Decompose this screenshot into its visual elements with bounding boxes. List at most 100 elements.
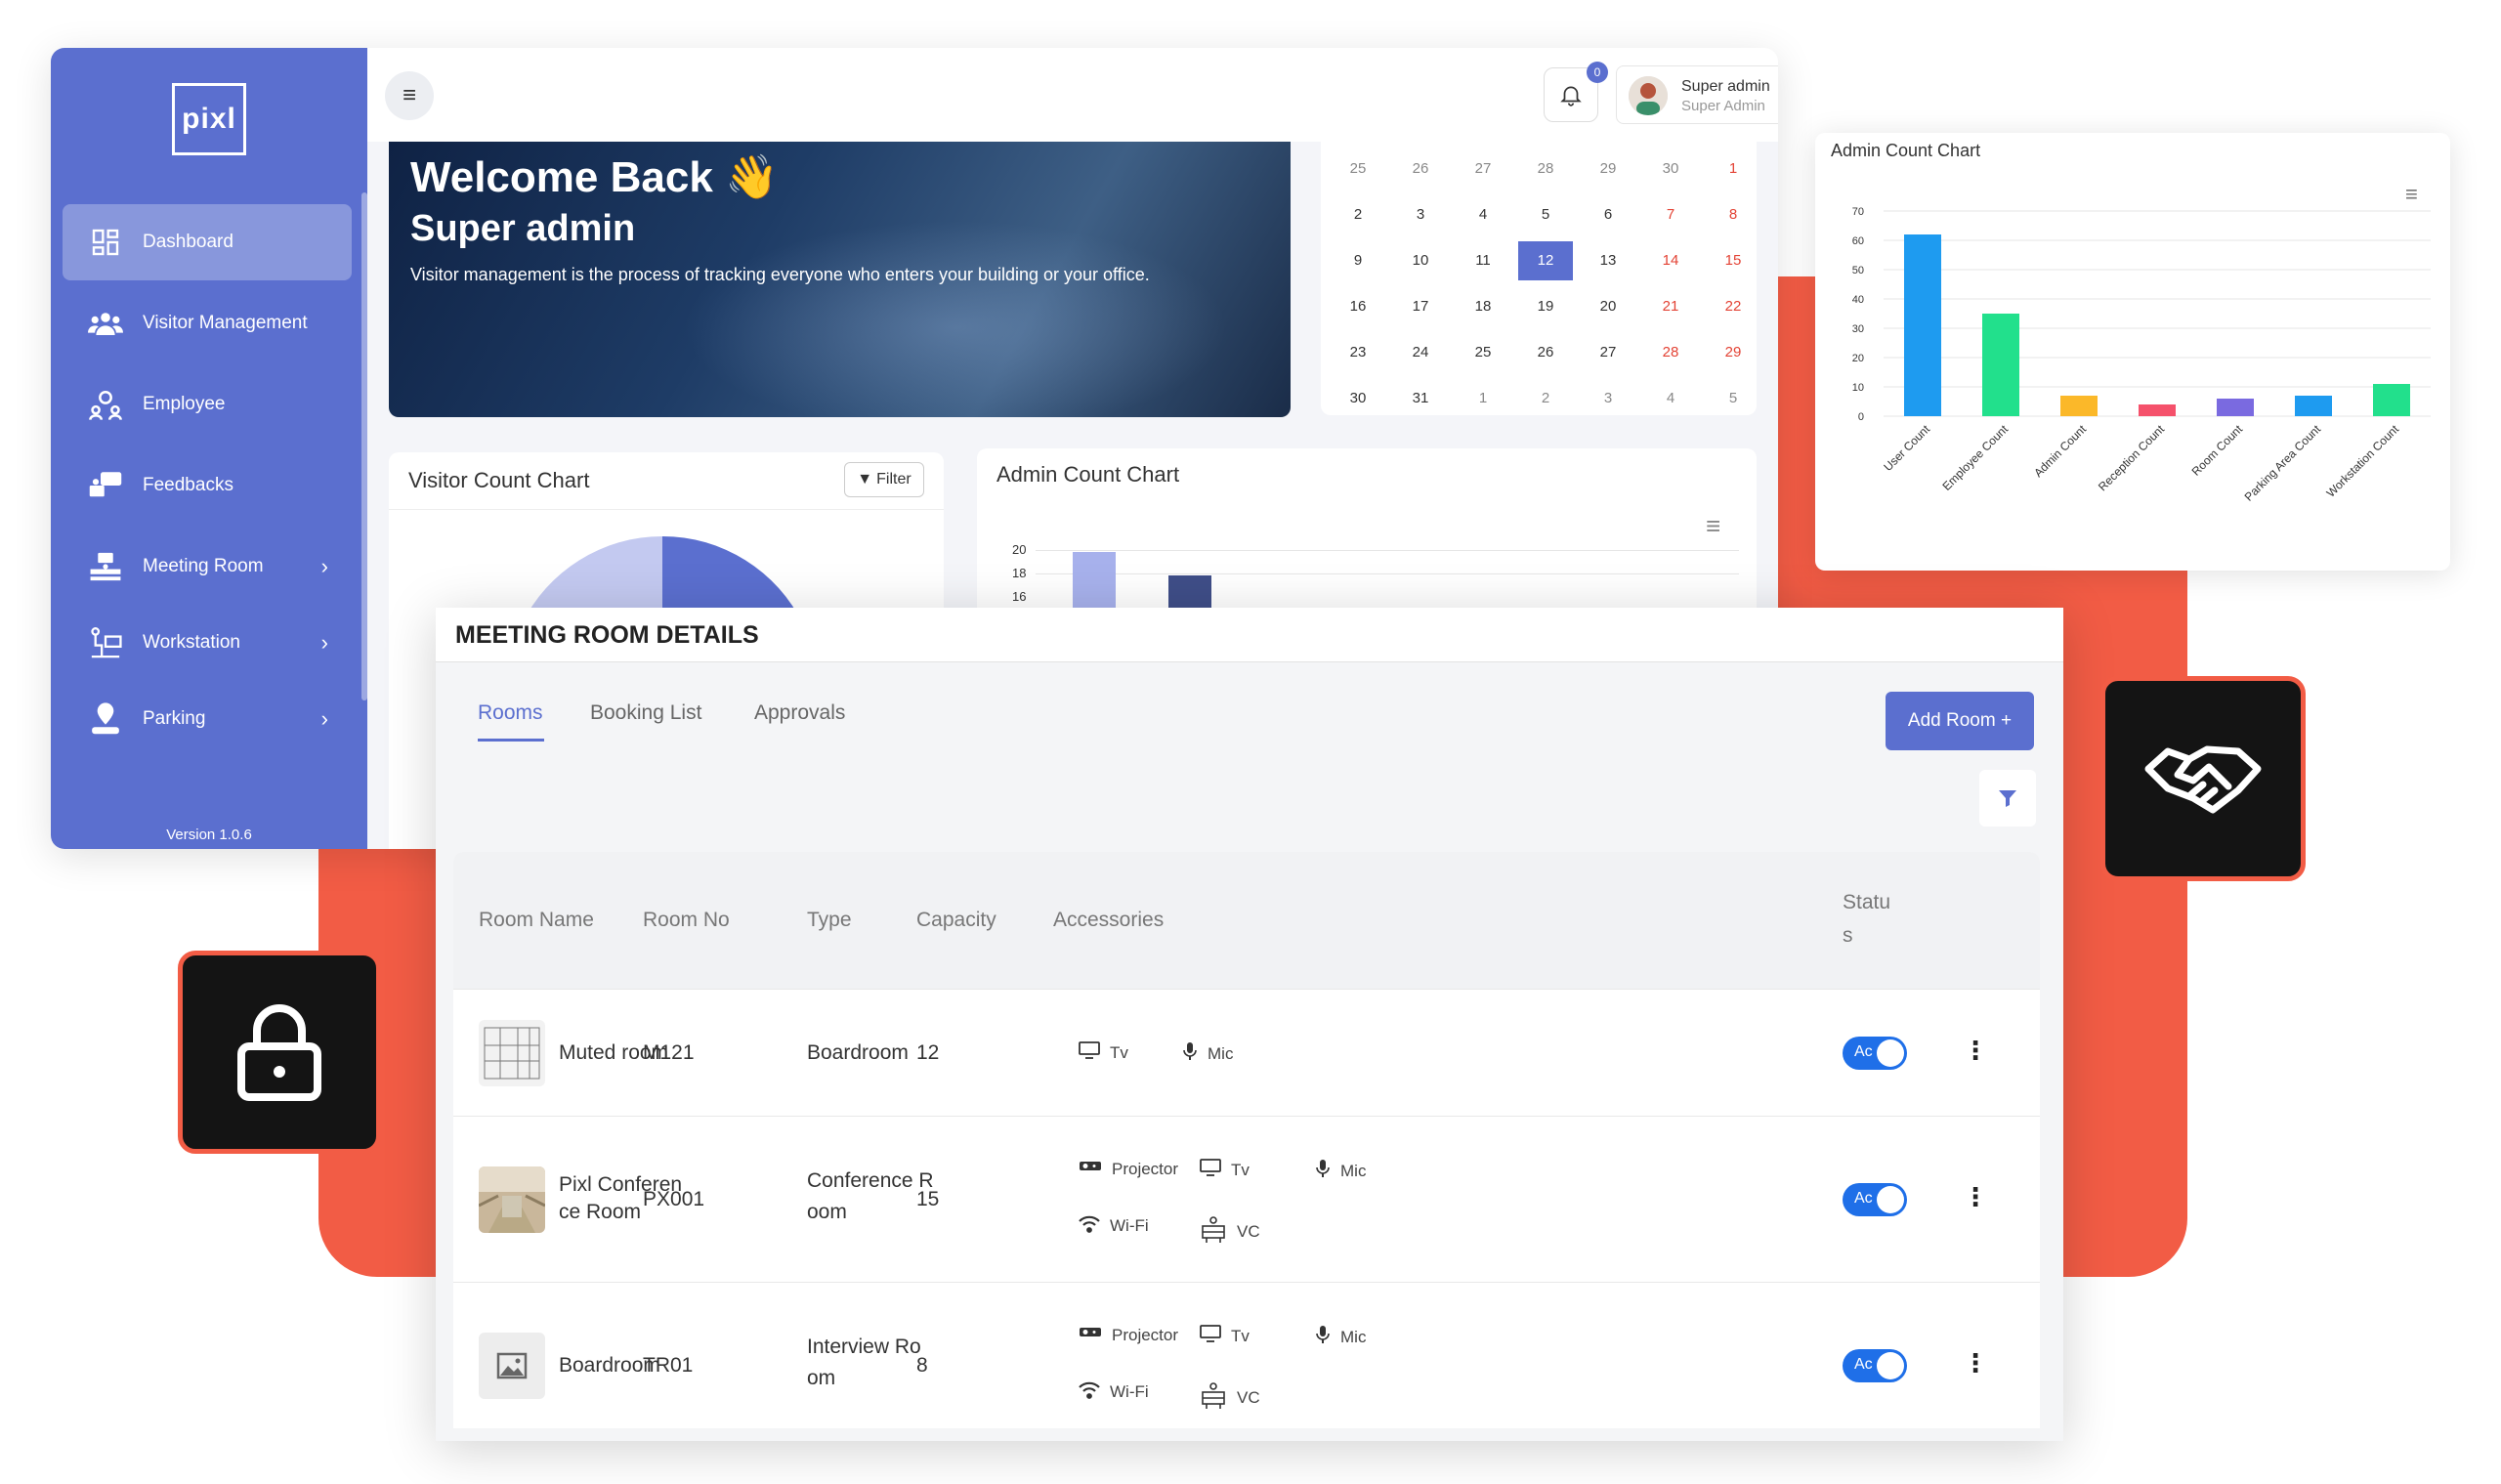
calendar-day[interactable]: 1 xyxy=(1456,379,1510,418)
calendar-day[interactable]: 29 xyxy=(1581,149,1635,189)
calendar-day[interactable]: 30 xyxy=(1643,149,1698,189)
room-thumbnail xyxy=(479,1333,545,1399)
calendar-day[interactable]: 24 xyxy=(1393,333,1448,372)
chart-menu-icon[interactable]: ≡ xyxy=(1706,511,1720,541)
calendar-day[interactable]: 1 xyxy=(1706,149,1760,189)
room-type: Boardroom xyxy=(807,1041,909,1064)
status-toggle[interactable]: Ac xyxy=(1843,1037,1907,1070)
calendar-day[interactable]: 19 xyxy=(1518,287,1573,326)
status-label: Ac xyxy=(1854,1356,1873,1373)
panel-title: MEETING ROOM DETAILS xyxy=(455,621,759,649)
table-row[interactable]: Boardroom TR01 Interview Ro om 8 Projector Tv M… xyxy=(453,1282,2040,1448)
table-filter-button[interactable] xyxy=(1979,770,2036,827)
calendar-day[interactable]: 2 xyxy=(1518,379,1573,418)
calendar: 25 26 27 28 29 30 1 2 3 4 5 6 7 8 9 10 11 12 13 14 15 16 17 18 1… xyxy=(1321,142,1757,415)
sidebar-item-dashboard[interactable]: Dashboard xyxy=(63,204,352,280)
calendar-day[interactable]: 10 xyxy=(1393,241,1448,280)
users-icon xyxy=(86,306,125,341)
chart-bar[interactable] xyxy=(2295,396,2332,416)
calendar-day[interactable]: 20 xyxy=(1581,287,1635,326)
calendar-day[interactable]: 4 xyxy=(1456,195,1510,234)
chart-bar[interactable] xyxy=(1904,234,1941,416)
column-header-accessories[interactable]: Accessories xyxy=(1053,909,1164,932)
calendar-day[interactable]: 25 xyxy=(1331,149,1385,189)
calendar-day[interactable]: 30 xyxy=(1331,379,1385,418)
calendar-day[interactable]: 16 xyxy=(1331,287,1385,326)
user-menu[interactable]: Super admin Super Admin xyxy=(1616,65,1778,124)
sidebar-item-visitor-management[interactable]: Visitor Management xyxy=(63,285,352,361)
chart-bar[interactable] xyxy=(2060,396,2098,416)
status-toggle[interactable]: Ac xyxy=(1843,1349,1907,1382)
mic-icon xyxy=(1182,1041,1198,1066)
chart-bar[interactable] xyxy=(2217,399,2254,416)
calendar-day[interactable]: 17 xyxy=(1393,287,1448,326)
calendar-day[interactable]: 15 xyxy=(1706,241,1760,280)
tab-approvals[interactable]: Approvals xyxy=(754,701,845,725)
row-actions-icon[interactable]: ⋮ xyxy=(1963,1348,1988,1378)
sidebar-item-label: Employee xyxy=(143,394,226,414)
projector-icon xyxy=(1079,1325,1102,1345)
calendar-day[interactable]: 3 xyxy=(1393,195,1448,234)
tab-rooms[interactable]: Rooms xyxy=(478,701,543,725)
sidebar-item-label: Meeting Room xyxy=(143,556,264,576)
calendar-day[interactable]: 21 xyxy=(1643,287,1698,326)
calendar-day[interactable]: 12 xyxy=(1518,241,1573,280)
calendar-day[interactable]: 26 xyxy=(1393,149,1448,189)
chart-bar[interactable] xyxy=(2373,384,2410,416)
sidebar-scrollbar[interactable] xyxy=(361,192,367,700)
calendar-day[interactable]: 31 xyxy=(1393,379,1448,418)
calendar-day[interactable]: 5 xyxy=(1706,379,1760,418)
workstation-icon xyxy=(86,625,125,660)
calendar-day[interactable]: 13 xyxy=(1581,241,1635,280)
menu-toggle-button[interactable]: ≡ xyxy=(385,71,434,120)
calendar-day[interactable]: 6 xyxy=(1581,195,1635,234)
chart-bar[interactable] xyxy=(2139,404,2176,416)
calendar-day[interactable]: 2 xyxy=(1331,195,1385,234)
parking-icon xyxy=(86,701,125,737)
calendar-day[interactable]: 9 xyxy=(1331,241,1385,280)
calendar-day[interactable]: 26 xyxy=(1518,333,1573,372)
sidebar-item-employee[interactable]: Employee xyxy=(63,366,352,443)
column-header-room-no[interactable]: Room No xyxy=(643,909,730,932)
calendar-day[interactable]: 7 xyxy=(1643,195,1698,234)
column-header-status[interactable]: Statu xyxy=(1843,891,1890,914)
calendar-day[interactable]: 29 xyxy=(1706,333,1760,372)
calendar-day[interactable]: 27 xyxy=(1456,149,1510,189)
room-thumbnail xyxy=(479,1166,545,1233)
calendar-day[interactable]: 4 xyxy=(1643,379,1698,418)
welcome-subtitle: Super admin xyxy=(410,208,636,249)
filter-button[interactable]: ▼ Filter xyxy=(844,462,924,497)
calendar-day[interactable]: 27 xyxy=(1581,333,1635,372)
calendar-day[interactable]: 8 xyxy=(1706,195,1760,234)
sidebar-item-meeting-room[interactable]: Meeting Room › xyxy=(63,529,352,605)
status-label: Ac xyxy=(1854,1190,1873,1207)
table-row[interactable]: Muted room M121 Boardroom 12 Tv Mic Ac ⋮ xyxy=(453,989,2040,1116)
room-capacity: 15 xyxy=(916,1188,940,1210)
tab-booking-list[interactable]: Booking List xyxy=(590,701,701,725)
column-header-room-name[interactable]: Room Name xyxy=(479,909,594,932)
calendar-day[interactable]: 22 xyxy=(1706,287,1760,326)
row-actions-icon[interactable]: ⋮ xyxy=(1963,1036,1988,1066)
row-actions-icon[interactable]: ⋮ xyxy=(1963,1182,1988,1212)
sidebar-item-workstation[interactable]: Workstation › xyxy=(63,605,352,681)
sidebar-item-label: Parking xyxy=(143,708,206,729)
sidebar-item-feedbacks[interactable]: Feedbacks xyxy=(63,447,352,524)
add-room-button[interactable]: Add Room + xyxy=(1886,692,2034,750)
sidebar-item-label: Dashboard xyxy=(143,232,233,252)
column-header-type[interactable]: Type xyxy=(807,909,852,932)
calendar-day[interactable]: 11 xyxy=(1456,241,1510,280)
column-header-capacity[interactable]: Capacity xyxy=(916,909,996,932)
sidebar-item-parking[interactable]: Parking › xyxy=(63,681,352,757)
calendar-day[interactable]: 5 xyxy=(1518,195,1573,234)
table-row[interactable]: Pixl Conferen ce Room PX001 Conference Room… xyxy=(453,1116,2040,1282)
status-toggle[interactable]: Ac xyxy=(1843,1183,1907,1216)
calendar-day[interactable]: 14 xyxy=(1643,241,1698,280)
calendar-day[interactable]: 28 xyxy=(1518,149,1573,189)
calendar-day[interactable]: 28 xyxy=(1643,333,1698,372)
calendar-day[interactable]: 25 xyxy=(1456,333,1510,372)
calendar-day[interactable]: 23 xyxy=(1331,333,1385,372)
x-tick-label: Employee Count xyxy=(1939,422,2011,493)
chart-bar[interactable] xyxy=(1982,314,2019,416)
calendar-day[interactable]: 3 xyxy=(1581,379,1635,418)
calendar-day[interactable]: 18 xyxy=(1456,287,1510,326)
